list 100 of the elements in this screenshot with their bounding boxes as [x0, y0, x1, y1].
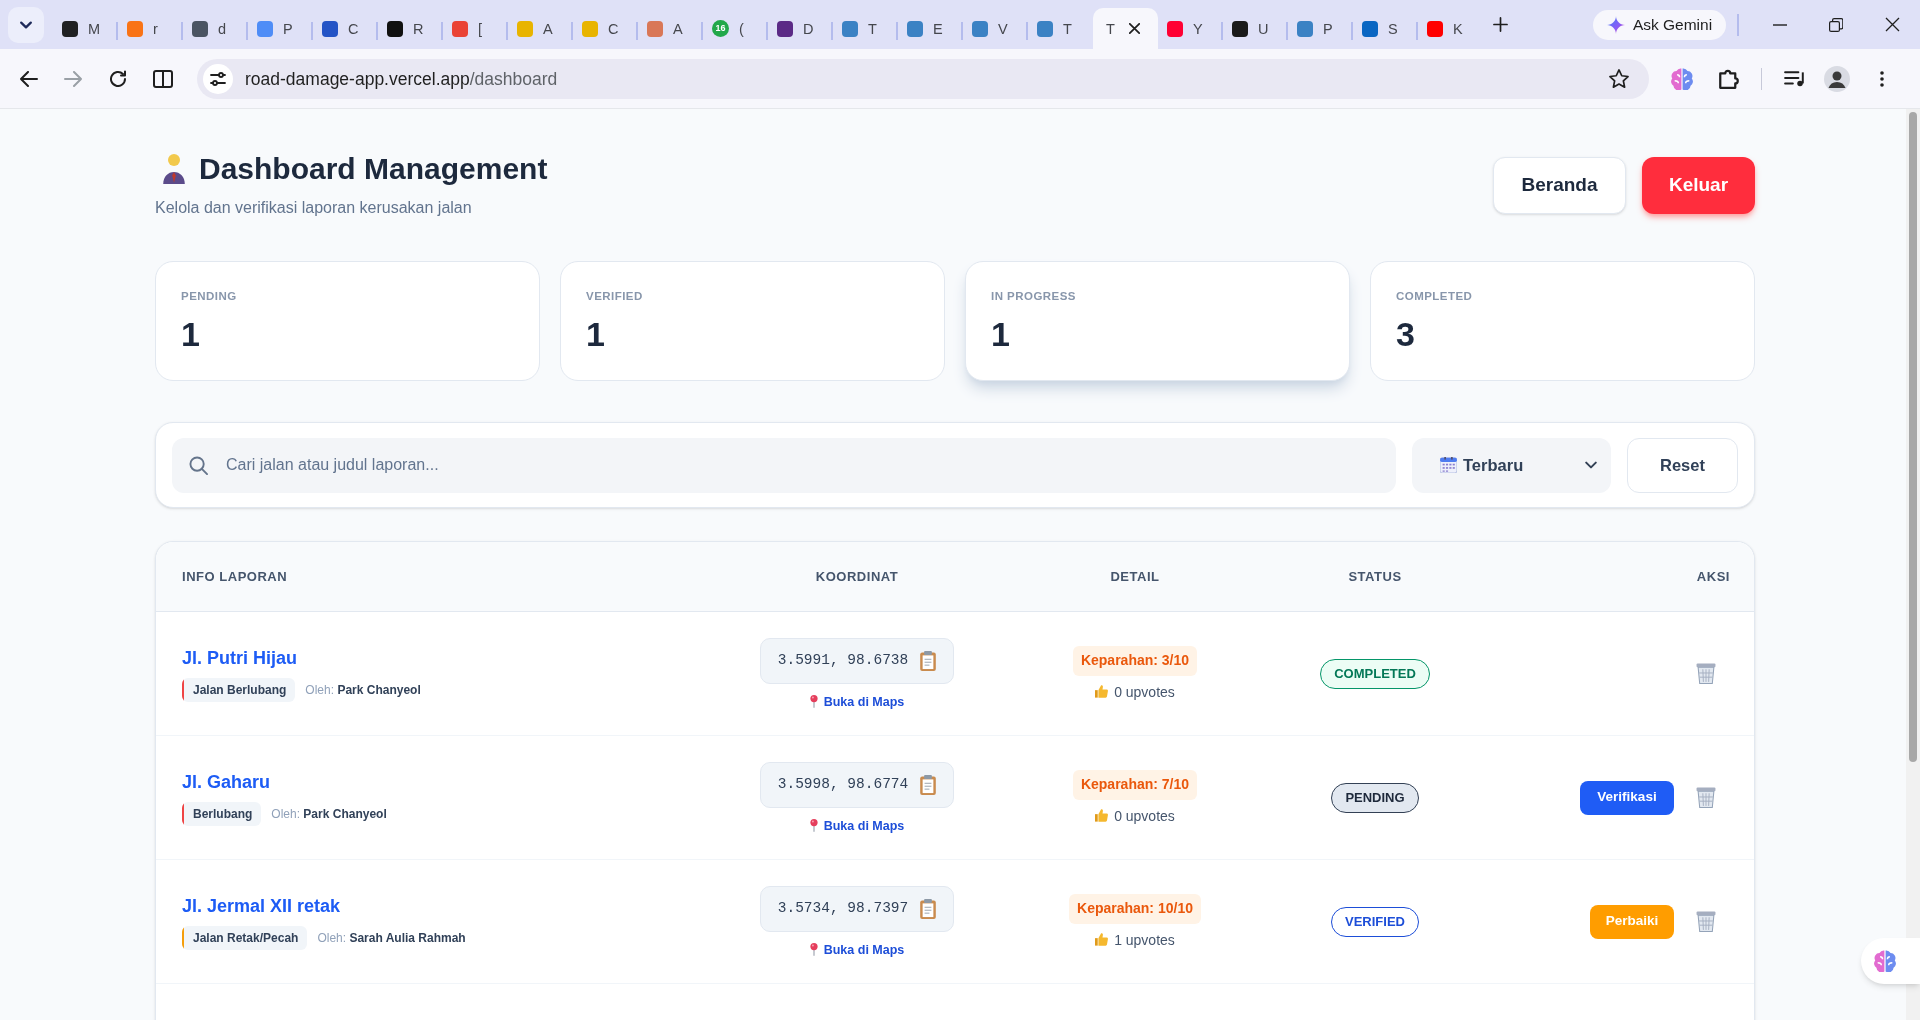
browser-tab[interactable]: R — [378, 8, 443, 49]
close-icon[interactable] — [1128, 23, 1140, 34]
reset-button[interactable]: Reset — [1627, 437, 1738, 493]
status-badge: COMPLETED — [1320, 658, 1430, 689]
stat-value: 1 — [991, 314, 1011, 354]
star-icon[interactable] — [1609, 69, 1629, 88]
reload-icon[interactable] — [110, 70, 127, 87]
brain-icon — [1874, 950, 1896, 972]
browser-tab[interactable]: T — [833, 8, 898, 49]
coordinates-text: 3.5991, 98.6738 — [777, 650, 909, 670]
stat-value: 3 — [1396, 314, 1416, 354]
browser-tab[interactable]: P — [1288, 8, 1353, 49]
restore-icon[interactable] — [1829, 17, 1843, 32]
close-icon[interactable] — [1884, 17, 1900, 32]
scrollbar-thumb[interactable] — [1909, 112, 1917, 762]
browser-tab[interactable]: M — [53, 8, 118, 49]
ask-gemini-button[interactable]: Ask Gemini — [1593, 9, 1726, 40]
browser-tab[interactable]: C — [313, 8, 378, 49]
stat-label: IN PROGRESS — [991, 289, 1077, 303]
minimize-icon[interactable] — [1773, 23, 1787, 26]
status-badge: PENDING — [1331, 782, 1419, 813]
thumbs-up-icon — [1095, 809, 1109, 822]
column-header: STATUS — [1348, 567, 1402, 586]
search-field[interactable]: Cari jalan atau judul laporan... — [172, 437, 1396, 493]
trash-icon[interactable] — [1696, 911, 1716, 932]
severity-badge: Keparahan: 10/10 — [1069, 893, 1201, 924]
clipboard-icon[interactable] — [920, 898, 937, 919]
category-label: Jalan Berlubang — [192, 681, 288, 699]
browser-tab[interactable]: U — [1223, 8, 1288, 49]
column-header: DETAIL — [1110, 567, 1160, 586]
reporter-byline: Oleh: Park Chanyeol — [305, 681, 421, 699]
pin-icon — [809, 695, 818, 708]
menu-icon[interactable] — [1880, 70, 1884, 87]
browser-tab[interactable]: D — [768, 8, 833, 49]
site-settings-icon[interactable] — [203, 63, 233, 94]
url-text: road-damage-app.vercel.app/dashboard — [245, 68, 558, 89]
home-button[interactable]: Beranda — [1493, 156, 1626, 214]
browser-tab[interactable]: S — [1353, 8, 1418, 49]
verify-button[interactable]: Verifikasi — [1580, 780, 1674, 815]
chevron-down-icon — [20, 20, 32, 29]
brain-icon[interactable] — [1671, 67, 1693, 90]
trash-icon[interactable] — [1696, 663, 1716, 684]
calendar-icon — [1440, 457, 1457, 473]
browser-tab[interactable]: P — [248, 8, 313, 49]
browser-tab[interactable]: T — [1093, 8, 1158, 49]
report-title[interactable]: Jl. Jermal XII retak — [182, 893, 466, 918]
coordinates-text: 3.5734, 98.7397 — [777, 898, 909, 918]
trash-icon[interactable] — [1696, 787, 1716, 808]
browser-tab[interactable]: V — [963, 8, 1028, 49]
clipboard-icon[interactable] — [920, 774, 937, 795]
severity-badge: Keparahan: 3/10 — [1072, 645, 1198, 676]
extensions-icon[interactable] — [1719, 68, 1739, 89]
address-bar[interactable]: road-damage-app.vercel.app/dashboard — [197, 58, 1649, 99]
browser-tab[interactable]: C — [573, 8, 638, 49]
stat-label: COMPLETED — [1396, 289, 1474, 303]
tab-search-button[interactable] — [8, 6, 44, 43]
browser-tab[interactable]: Y — [1158, 8, 1223, 49]
browser-tab[interactable]: r — [118, 8, 183, 49]
maps-link[interactable]: Buka di Maps — [809, 941, 905, 958]
report-title[interactable]: Jl. Gaharu — [182, 769, 387, 794]
assistant-button[interactable] — [1861, 938, 1920, 984]
maps-link[interactable]: Buka di Maps — [809, 693, 905, 710]
sparkle-icon — [1606, 15, 1625, 34]
page-subtitle: Kelola dan verifikasi laporan kerusakan jalan — [155, 198, 473, 218]
reporter-byline: Oleh: Park Chanyeol — [271, 805, 387, 823]
browser-tab[interactable]: [ — [443, 8, 508, 49]
pin-icon — [809, 943, 818, 956]
browser-tab[interactable]: K — [1418, 8, 1483, 49]
media-queue-icon[interactable] — [1784, 70, 1805, 87]
stat-label: VERIFIED — [586, 289, 644, 303]
back-arrow-icon[interactable] — [20, 70, 38, 87]
browser-tab[interactable]: A — [638, 8, 703, 49]
browser-tab[interactable]: T — [1028, 8, 1093, 49]
browser-tab[interactable]: E — [898, 8, 963, 49]
column-header: AKSI — [1696, 567, 1730, 586]
maps-link[interactable]: Buka di Maps — [809, 817, 905, 834]
sort-dropdown[interactable]: Terbaru — [1412, 437, 1611, 493]
notification-badge: 16 — [712, 20, 729, 37]
pin-icon — [809, 819, 818, 832]
browser-tab[interactable]: A — [508, 8, 573, 49]
report-title[interactable]: Jl. Putri Hijau — [182, 645, 421, 670]
chevron-down-icon — [1585, 461, 1597, 469]
coordinates-text: 3.5998, 98.6774 — [777, 774, 909, 794]
avatar-icon[interactable] — [1824, 65, 1850, 92]
upvote-count: 0 upvotes — [1114, 682, 1175, 702]
category-label: Berlubang — [192, 805, 254, 823]
split-view-icon[interactable] — [153, 69, 173, 88]
status-badge: VERIFIED — [1331, 906, 1419, 937]
person-icon — [163, 154, 185, 184]
logout-button[interactable]: Keluar — [1642, 156, 1755, 214]
stat-label: PENDING — [181, 289, 238, 303]
browser-tab[interactable]: 16 ( — [703, 8, 768, 49]
browser-tab[interactable]: d — [183, 8, 248, 49]
upvote-count: 1 upvotes — [1114, 930, 1175, 950]
page-title: Dashboard Management — [199, 151, 548, 187]
new-tab-icon[interactable] — [1493, 16, 1508, 32]
clipboard-icon[interactable] — [920, 650, 937, 671]
reporter-byline: Oleh: Sarah Aulia Rahmah — [317, 929, 466, 947]
column-header: KOORDINAT — [815, 567, 899, 586]
category-label: Jalan Retak/Pecah — [192, 929, 300, 947]
